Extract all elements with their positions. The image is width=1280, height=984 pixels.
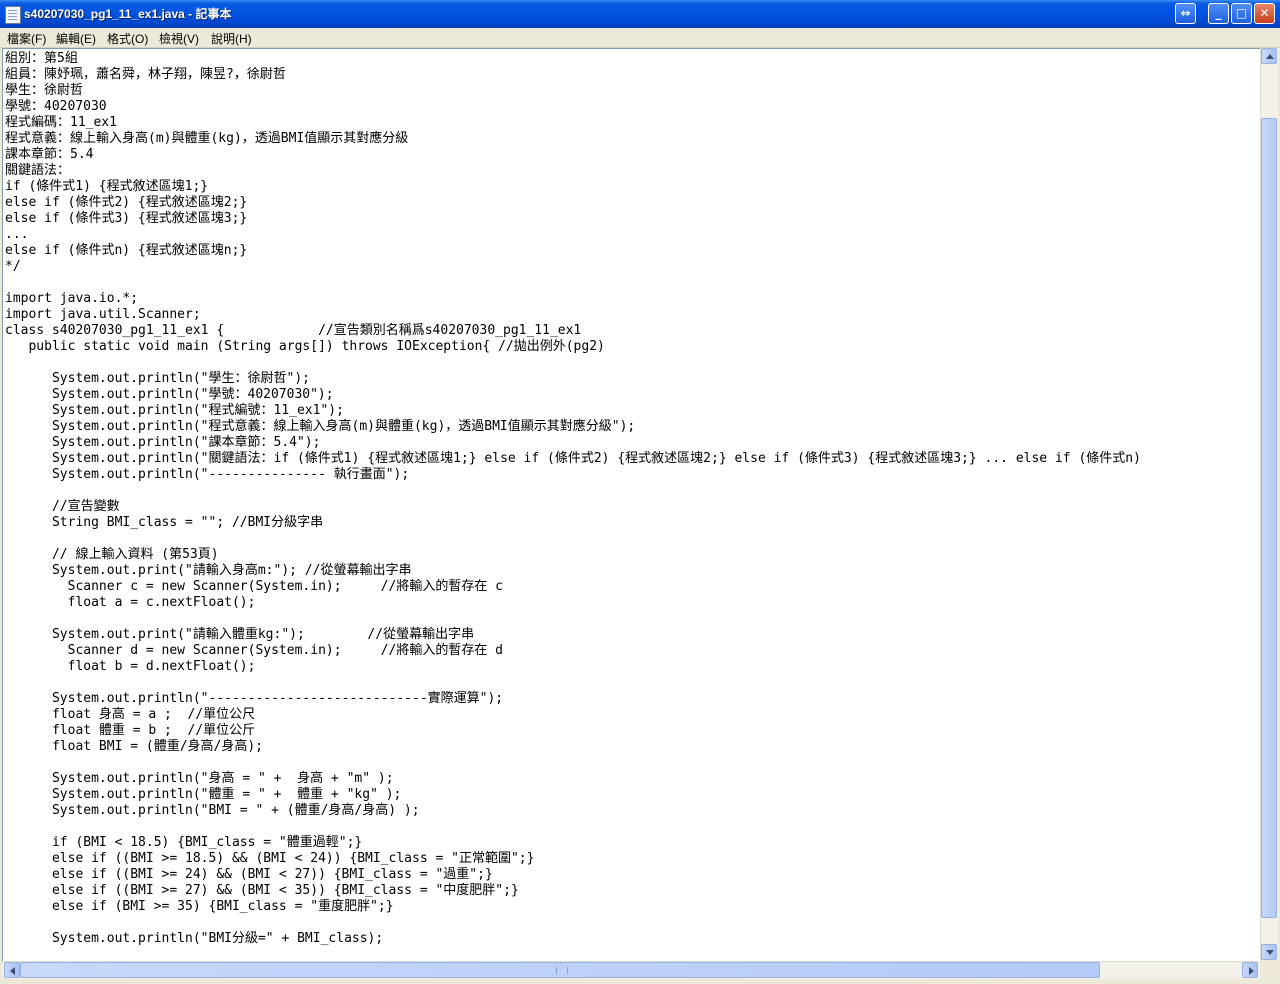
text-line[interactable] [5, 483, 1141, 499]
text-line[interactable]: import java.io.*; [5, 291, 1141, 307]
grip-icon [556, 967, 568, 974]
close-button[interactable]: ✕ [1254, 3, 1275, 24]
text-line[interactable]: Scanner c = new Scanner(System.in); //將輸… [5, 579, 1141, 595]
text-line[interactable]: */ [5, 259, 1141, 275]
text-line[interactable]: String BMI_class = ""; //BMI分級字串 [5, 515, 1141, 531]
text-line[interactable]: float a = c.nextFloat(); [5, 595, 1141, 611]
text-line[interactable] [5, 819, 1141, 835]
notepad-icon[interactable] [5, 6, 21, 24]
text-line[interactable]: System.out.println("--------------- 執行畫面… [5, 467, 1141, 483]
arrow-down-icon [1266, 950, 1274, 955]
text-line[interactable]: System.out.println("程式意義：線上輸入身高(m)與體重(kg… [5, 419, 1141, 435]
text-line[interactable]: System.out.println("--------------------… [5, 691, 1141, 707]
text-line[interactable]: System.out.println("BMI分級=" + BMI_class)… [5, 931, 1141, 947]
menu-edit[interactable]: 編輯(E) [56, 30, 96, 47]
minimize-button[interactable]: _ [1208, 3, 1229, 24]
text-line[interactable]: else if (條件式n) {程式敘述區塊n;} [5, 243, 1141, 259]
text-line[interactable]: else if (條件式2) {程式敘述區塊2;} [5, 195, 1141, 211]
scroll-up-button[interactable] [1261, 48, 1277, 64]
size-grip [1261, 962, 1278, 979]
text-line[interactable] [5, 915, 1141, 931]
text-line[interactable]: 程式意義：線上輸入身高(m)與體重(kg)，透過BMI值顯示其對應分級 [5, 131, 1141, 147]
text-line[interactable] [5, 355, 1141, 371]
menu-format[interactable]: 格式(O) [107, 30, 148, 47]
text-line[interactable]: System.out.println("學號：40207030"); [5, 387, 1141, 403]
text-line[interactable]: float b = d.nextFloat(); [5, 659, 1141, 675]
text-line[interactable]: System.out.print("請輸入體重kg:"); //從螢幕輸出字串 [5, 627, 1141, 643]
text-line[interactable]: Scanner d = new Scanner(System.in); //將輸… [5, 643, 1141, 659]
text-line[interactable]: else if ((BMI >= 27) && (BMI < 35)) {BMI… [5, 883, 1141, 899]
text-line[interactable]: System.out.println("身高 = " + 身高 + "m" ); [5, 771, 1141, 787]
window-title: s40207030_pg1_11_ex1.java - 記事本 [24, 7, 232, 21]
vertical-scroll-thumb[interactable] [1261, 118, 1277, 918]
menu-file[interactable]: 檔案(F) [7, 30, 46, 47]
text-line[interactable]: System.out.println("學生：徐尉哲"); [5, 371, 1141, 387]
text-line[interactable]: System.out.print("請輸入身高m:"); //從螢幕輸出字串 [5, 563, 1141, 579]
text-line[interactable]: float BMI = (體重/身高/身高); [5, 739, 1141, 755]
text-line[interactable]: 關鍵語法： [5, 163, 1141, 179]
text-line[interactable]: 組別：第5組 [5, 51, 1141, 67]
editor-text[interactable]: 組別：第5組 組員：陳妤珮，蕭名舜，林子翔，陳昱?，徐尉哲 學生：徐尉哲 學號：402… [5, 51, 1141, 947]
text-line[interactable]: 課本章節：5.4 [5, 147, 1141, 163]
menu-bar: 檔案(F) 編輯(E) 格式(O) 檢視(V) 說明(H) [0, 28, 1280, 48]
text-line[interactable]: float 身高 = a ; //單位公尺 [5, 707, 1141, 723]
title-bar[interactable]: s40207030_pg1_11_ex1.java - 記事本 ⇔ _ □ ✕ [0, 0, 1280, 29]
text-line[interactable]: System.out.println("課本章節：5.4"); [5, 435, 1141, 451]
text-line[interactable]: System.out.println("BMI = " + (體重/身高/身高)… [5, 803, 1141, 819]
text-line[interactable]: 學號：40207030 [5, 99, 1141, 115]
text-editor[interactable]: 組別：第5組 組員：陳妤珮，蕭名舜，林子翔，陳昱?，徐尉哲 學生：徐尉哲 學號：402… [2, 48, 1261, 961]
text-line[interactable]: import java.util.Scanner; [5, 307, 1141, 323]
text-line[interactable] [5, 611, 1141, 627]
vertical-scrollbar[interactable] [1260, 48, 1278, 960]
text-line[interactable]: class s40207030_pg1_11_ex1 { //宣告類別名稱爲s4… [5, 323, 1141, 339]
text-line[interactable]: 程式編碼：11_ex1 [5, 115, 1141, 131]
text-line[interactable]: if (BMI < 18.5) {BMI_class = "體重過輕";} [5, 835, 1141, 851]
text-line[interactable]: 組員：陳妤珮，蕭名舜，林子翔，陳昱?，徐尉哲 [5, 67, 1141, 83]
arrow-right-icon [1249, 967, 1254, 975]
arrow-left-icon [10, 967, 15, 975]
text-line[interactable]: System.out.println("關鍵語法：if (條件式1) {程式敘述… [5, 451, 1141, 467]
scroll-left-button[interactable] [4, 962, 20, 978]
text-line[interactable]: System.out.println("體重 = " + 體重 + "kg" )… [5, 787, 1141, 803]
text-line[interactable] [5, 675, 1141, 691]
text-line[interactable]: if (條件式1) {程式敘述區塊1;} [5, 179, 1141, 195]
text-line[interactable] [5, 275, 1141, 291]
text-line[interactable]: //宣告變數 [5, 499, 1141, 515]
menu-help[interactable]: 說明(H) [211, 30, 252, 47]
horizontal-scroll-thumb[interactable] [20, 962, 1100, 978]
text-line[interactable]: System.out.println("程式編號：11_ex1"); [5, 403, 1141, 419]
restore-button[interactable]: ⇔ [1175, 3, 1196, 24]
text-line[interactable]: ... [5, 227, 1141, 243]
arrow-up-icon [1266, 54, 1274, 59]
text-line[interactable] [5, 531, 1141, 547]
text-line[interactable]: else if (條件式3) {程式敘述區塊3;} [5, 211, 1141, 227]
horizontal-scrollbar[interactable] [2, 961, 1260, 979]
scroll-right-button[interactable] [1242, 962, 1258, 978]
text-line[interactable]: else if ((BMI >= 18.5) && (BMI < 24)) {B… [5, 851, 1141, 867]
text-line[interactable]: public static void main (String args[]) … [5, 339, 1141, 355]
menu-view[interactable]: 檢視(V) [159, 30, 199, 47]
text-line[interactable]: float 體重 = b ; //單位公斤 [5, 723, 1141, 739]
text-line[interactable] [5, 755, 1141, 771]
maximize-button[interactable]: □ [1231, 3, 1252, 24]
scroll-down-button[interactable] [1261, 944, 1277, 960]
text-line[interactable]: // 線上輸入資料 (第53頁) [5, 547, 1141, 563]
text-line[interactable]: else if (BMI >= 35) {BMI_class = "重度肥胖";… [5, 899, 1141, 915]
text-line[interactable]: else if ((BMI >= 24) && (BMI < 27)) {BMI… [5, 867, 1141, 883]
text-line[interactable]: 學生：徐尉哲 [5, 83, 1141, 99]
